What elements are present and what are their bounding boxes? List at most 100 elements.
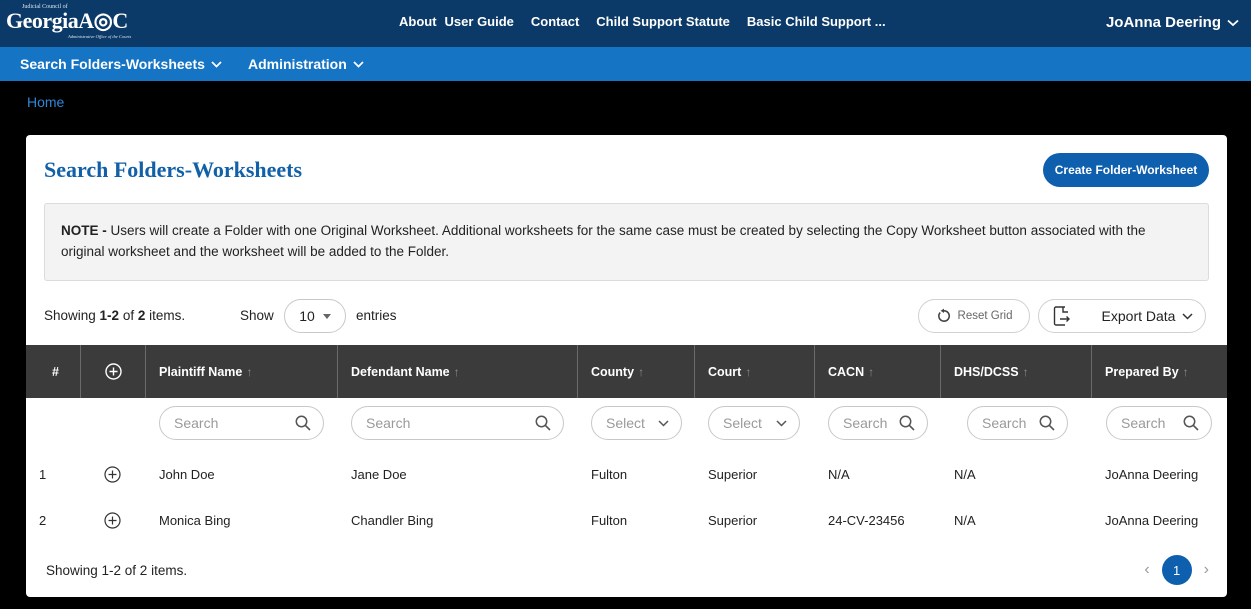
dhs-search-placeholder: Search: [982, 415, 1027, 431]
cacn-cell: 24-CV-23456: [828, 512, 905, 528]
defendant-cell: Jane Doe: [351, 466, 407, 482]
caret-down-icon: [322, 313, 331, 319]
defendant-cell: Chandler Bing: [351, 512, 434, 528]
col-number: #: [26, 345, 81, 398]
link-child-support-statute[interactable]: Child Support Statute: [596, 14, 730, 29]
search-icon: [535, 415, 551, 431]
col-expand-all[interactable]: [81, 345, 146, 398]
showing-count: Showing 1-2 of 2 items.: [44, 308, 185, 323]
nav-search-folders-label: Search Folders-Worksheets: [20, 56, 205, 72]
col-court-label: Court: [708, 364, 742, 379]
entries-label: entries: [356, 308, 397, 323]
court-select[interactable]: Select: [708, 406, 800, 440]
col-defendant-name[interactable]: Defendant Name ↑: [338, 345, 578, 398]
prepared-by-search-input[interactable]: Search: [1106, 406, 1212, 440]
col-plaintiff-name[interactable]: Plaintiff Name ↑: [146, 345, 338, 398]
cacn-search-placeholder: Search: [843, 415, 888, 431]
sort-arrow-icon: ↑: [638, 364, 645, 379]
court-cell: Superior: [708, 466, 758, 482]
breadcrumb-home[interactable]: Home: [27, 94, 64, 110]
note-text: Users will create a Folder with one Orig…: [61, 223, 1146, 259]
nav-administration[interactable]: Administration: [248, 56, 364, 72]
main-nav: Search Folders-Worksheets Administration: [0, 47, 1251, 81]
dhs-search-input[interactable]: Search: [967, 406, 1068, 440]
chevron-right-icon[interactable]: ›: [1204, 561, 1209, 579]
plaintiff-cell: Monica Bing: [159, 512, 231, 528]
county-select[interactable]: Select: [591, 406, 682, 440]
search-icon: [1039, 415, 1055, 431]
dhs-cell: N/A: [954, 466, 976, 482]
row-expand-button[interactable]: [104, 497, 121, 543]
prepared-by-cell: JoAnna Deering: [1105, 466, 1199, 482]
sort-arrow-icon: ↑: [246, 364, 253, 379]
chevron-down-icon: [1227, 19, 1239, 27]
aoc-logo[interactable]: Judicial Council of GeorgiaA◎C Administr…: [6, 4, 156, 42]
grid-header: # Plaintiff Name ↑ Defendant Name ↑ County…: [26, 345, 1227, 398]
link-basic-child-support[interactable]: Basic Child Support ...: [747, 14, 886, 29]
logo-main-text: GeorgiaA◎C: [6, 8, 128, 33]
link-user-guide[interactable]: User Guide: [445, 14, 514, 29]
chevron-down-icon: [211, 60, 222, 68]
cacn-search-input[interactable]: Search: [828, 406, 928, 440]
link-about[interactable]: About: [399, 14, 437, 29]
defendant-search-input[interactable]: Search: [351, 406, 564, 440]
plus-circle-icon: [104, 465, 121, 483]
table-row: 2 Monica Bing Chandler Bing Fulton Super…: [26, 497, 1227, 543]
export-data-button[interactable]: Export Data: [1038, 299, 1206, 333]
col-dhs-label: DHS/DCSS: [954, 364, 1019, 379]
prepared-by-cell: JoAnna Deering: [1105, 512, 1199, 528]
reset-grid-button[interactable]: Reset Grid: [918, 299, 1030, 333]
breadcrumb: Home: [27, 94, 64, 110]
sort-arrow-icon: ↑: [453, 364, 460, 379]
chevron-down-icon: [353, 60, 364, 68]
county-cell: Fulton: [591, 512, 628, 528]
col-cacn[interactable]: CACN ↑: [815, 345, 941, 398]
filter-row: Search Search Select Select Search Searc…: [26, 398, 1227, 446]
pagination: ‹ 1 ›: [1144, 555, 1209, 585]
reset-grid-label: Reset Grid: [957, 310, 1013, 322]
nav-search-folders[interactable]: Search Folders-Worksheets: [20, 56, 222, 72]
search-icon: [899, 415, 915, 431]
chevron-left-icon[interactable]: ‹: [1144, 561, 1149, 579]
col-county-label: County: [591, 364, 635, 379]
table-row: 1 John Doe Jane Doe Fulton Superior N/A …: [26, 451, 1227, 497]
col-dhs-dcss[interactable]: DHS/DCSS ↑: [941, 345, 1092, 398]
page-button-current[interactable]: 1: [1161, 555, 1192, 585]
col-county[interactable]: County ↑: [578, 345, 695, 398]
county-select-placeholder: Select: [606, 415, 645, 431]
create-folder-worksheet-button[interactable]: Create Folder-Worksheet: [1043, 153, 1209, 187]
col-plaintiff-label: Plaintiff Name: [159, 364, 243, 379]
defendant-search-placeholder: Search: [366, 415, 411, 431]
top-links: About User Guide Contact Child Support S…: [399, 14, 886, 29]
search-card: Search Folders-Worksheets Create Folder-…: [26, 135, 1227, 597]
showing-range: 1-2: [99, 308, 120, 323]
plaintiff-cell: John Doe: [159, 466, 215, 482]
note-label: NOTE -: [61, 223, 107, 238]
reset-icon: [936, 308, 952, 324]
row-number: 1: [39, 466, 47, 482]
export-data-label: Export Data: [1101, 308, 1176, 324]
col-cacn-label: CACN: [828, 364, 865, 379]
export-icon: [1053, 306, 1071, 326]
search-icon: [295, 415, 311, 431]
col-court[interactable]: Court ↑: [695, 345, 815, 398]
link-contact[interactable]: Contact: [531, 14, 579, 29]
col-prepared-by[interactable]: Prepared By ↑: [1092, 345, 1227, 398]
chevron-down-icon: [1182, 312, 1193, 320]
page-size-select[interactable]: 10: [284, 299, 346, 333]
plaintiff-search-input[interactable]: Search: [159, 406, 324, 440]
plus-circle-icon: [105, 363, 122, 380]
showing-suffix: items.: [145, 308, 186, 323]
page-size-value: 10: [299, 308, 315, 324]
court-select-placeholder: Select: [723, 415, 762, 431]
user-name: JoAnna Deering: [1105, 14, 1221, 31]
note-box: NOTE - Users will create a Folder with o…: [44, 203, 1209, 281]
sort-arrow-icon: ↑: [1022, 364, 1029, 379]
cacn-cell: N/A: [828, 466, 850, 482]
grid-toolbar: Showing 1-2 of 2 items. Show 10 entries …: [44, 299, 1209, 333]
user-menu[interactable]: JoAnna Deering: [1106, 14, 1239, 31]
dhs-cell: N/A: [954, 512, 976, 528]
top-header: Judicial Council of GeorgiaA◎C Administr…: [0, 0, 1251, 47]
row-expand-button[interactable]: [104, 451, 121, 497]
logo-sub-text: Administrative Office of the Courts: [68, 34, 132, 39]
